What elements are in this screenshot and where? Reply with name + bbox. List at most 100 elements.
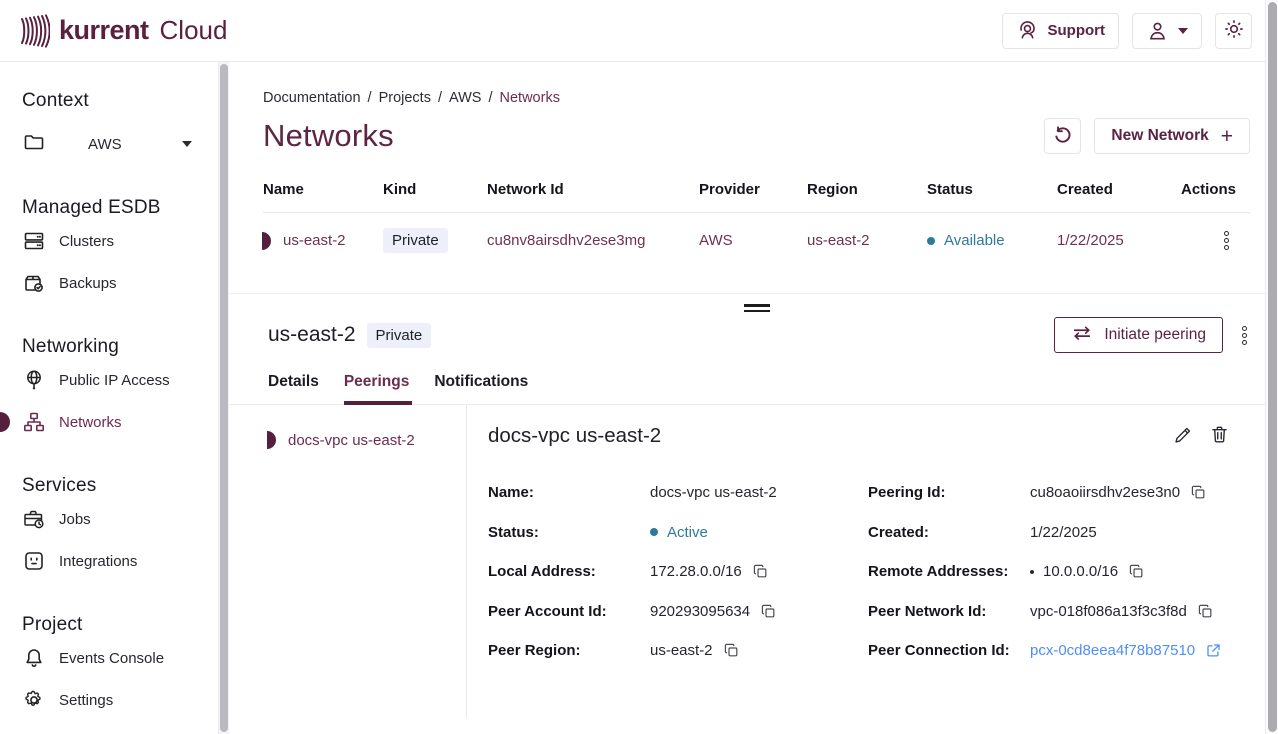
- user-menu-button[interactable]: [1132, 13, 1202, 49]
- page-scrollbar[interactable]: [1265, 0, 1278, 734]
- globe-icon: [22, 368, 46, 392]
- sidebar-item-clusters[interactable]: Clusters: [22, 221, 218, 261]
- peer-connection-link[interactable]: pcx-0cd8eea4f78b87510: [1030, 642, 1195, 659]
- sidebar-scrollbar-thumb[interactable]: [220, 64, 228, 732]
- page-scrollbar-thumb[interactable]: [1268, 2, 1277, 732]
- field-label-created: Created:: [868, 513, 1030, 553]
- breadcrumb-documentation[interactable]: Documentation: [263, 90, 361, 106]
- logo-brand-text: kurrent: [59, 15, 149, 46]
- networks-table-header: Name Kind Network Id Provider Region Sta…: [263, 181, 1250, 213]
- peering-detail: docs-vpc us-east-2: [467, 405, 1250, 718]
- field-value-remote-addresses: 10.0.0.0/16: [1043, 563, 1118, 580]
- field-value-peer-network-id: vpc-018f086a13f3c3f8d: [1030, 603, 1187, 620]
- backups-icon: [22, 271, 46, 295]
- tab-peerings[interactable]: Peerings: [344, 373, 409, 404]
- refresh-icon: [1052, 124, 1074, 149]
- kind-badge: Private: [383, 228, 448, 253]
- sidebar-scrollbar[interactable]: [218, 62, 229, 734]
- column-header-provider: Provider: [699, 181, 807, 198]
- field-value-peer-account-id: 920293095634: [650, 603, 750, 620]
- refresh-button[interactable]: [1044, 118, 1081, 154]
- detail-tabs: Details Peerings Notifications: [229, 373, 1278, 405]
- cell-provider: AWS: [699, 232, 807, 249]
- new-network-button[interactable]: New Network +: [1094, 118, 1250, 154]
- copy-icon[interactable]: [760, 603, 777, 620]
- jobs-icon: [22, 507, 46, 531]
- chevron-down-icon: [1178, 28, 1188, 34]
- sidebar-item-jobs[interactable]: Jobs: [22, 499, 218, 539]
- networks-table: Name Kind Network Id Provider Region Sta…: [263, 181, 1250, 268]
- page-title: Networks: [263, 118, 394, 154]
- sidebar-item-integrations[interactable]: Integrations: [22, 541, 218, 581]
- copy-icon[interactable]: [1197, 603, 1214, 620]
- sidebar-item-networks[interactable]: Networks: [22, 402, 218, 442]
- sidebar-heading-context: Context: [22, 90, 218, 112]
- status-dot: [650, 528, 658, 536]
- field-label-status: Status:: [488, 513, 650, 553]
- context-selector[interactable]: AWS: [22, 124, 218, 164]
- pencil-icon: [1173, 424, 1194, 448]
- breadcrumb-current: Networks: [500, 90, 560, 106]
- sidebar-item-label: Events Console: [59, 650, 164, 667]
- peering-list-item[interactable]: docs-vpc us-east-2: [263, 429, 466, 451]
- sidebar-item-events-console[interactable]: Events Console: [22, 638, 218, 678]
- copy-icon[interactable]: [723, 642, 740, 659]
- sidebar-item-public-ip-access[interactable]: Public IP Access: [22, 360, 218, 400]
- breadcrumb: Documentation/Projects/AWS/Networks: [263, 90, 1250, 106]
- column-header-status: Status: [927, 181, 1057, 198]
- copy-icon[interactable]: [1190, 484, 1207, 501]
- panel-drag-handle[interactable]: [744, 304, 770, 312]
- top-bar-actions: Support: [1002, 13, 1253, 49]
- copy-icon[interactable]: [752, 563, 769, 580]
- peering-item-label: docs-vpc us-east-2: [288, 432, 415, 449]
- waveform-logo-icon: [20, 14, 50, 48]
- support-label: Support: [1048, 22, 1106, 39]
- bell-icon: [22, 646, 46, 670]
- top-bar: kurrent Cloud Support: [0, 0, 1278, 62]
- detail-kebab-menu[interactable]: [1239, 323, 1250, 348]
- cell-name: us-east-2: [283, 232, 346, 249]
- breadcrumb-aws[interactable]: AWS: [449, 90, 482, 106]
- sidebar-heading-project: Project: [22, 614, 218, 636]
- sidebar-heading-services: Services: [22, 475, 218, 497]
- trash-icon: [1209, 424, 1230, 448]
- status-dot: [927, 237, 935, 245]
- field-label-local-address: Local Address:: [488, 552, 650, 592]
- column-header-name: Name: [263, 181, 383, 198]
- tab-details[interactable]: Details: [268, 373, 319, 404]
- network-detail-title: us-east-2: [268, 323, 356, 347]
- breadcrumb-projects[interactable]: Projects: [379, 90, 431, 106]
- main-content: Documentation/Projects/AWS/Networks Netw…: [229, 62, 1278, 734]
- field-label-remote-addresses: Remote Addresses:: [868, 552, 1030, 592]
- delete-button[interactable]: [1209, 424, 1230, 448]
- new-network-label: New Network: [1111, 127, 1208, 145]
- integrations-icon: [22, 549, 46, 573]
- field-label-peering-id: Peering Id:: [868, 473, 1030, 513]
- breadcrumb-separator: /: [368, 90, 372, 106]
- field-value-peer-region: us-east-2: [650, 642, 713, 659]
- field-label-peer-network-id: Peer Network Id:: [868, 592, 1030, 632]
- active-item-marker: [0, 412, 10, 432]
- initiate-peering-button[interactable]: Initiate peering: [1054, 317, 1223, 353]
- support-agent-icon: [1016, 19, 1039, 42]
- sidebar-item-backups[interactable]: Backups: [22, 263, 218, 303]
- sidebar-item-label: Backups: [59, 275, 117, 292]
- chevron-down-icon: [182, 141, 192, 147]
- sidebar-heading-managed-esdb: Managed ESDB: [22, 197, 218, 219]
- tab-notifications[interactable]: Notifications: [434, 373, 528, 404]
- table-row[interactable]: us-east-2 Private cu8nv8airsdhv2ese3mg A…: [263, 213, 1250, 268]
- theme-toggle-button[interactable]: [1215, 13, 1252, 49]
- network-detail-header: us-east-2 Private Initiate peering: [263, 317, 1250, 353]
- selected-row-marker: [262, 232, 271, 250]
- peering-arrows-icon: [1071, 324, 1093, 347]
- cell-region: us-east-2: [807, 232, 927, 249]
- edit-button[interactable]: [1173, 424, 1194, 448]
- sidebar-item-settings[interactable]: Settings: [22, 680, 218, 720]
- user-icon: [1146, 19, 1169, 42]
- list-bullet: [1030, 570, 1034, 574]
- external-link-icon[interactable]: [1205, 642, 1222, 659]
- panel-splitter-line: [229, 293, 1278, 294]
- row-actions-kebab-menu[interactable]: [1221, 228, 1232, 253]
- support-button[interactable]: Support: [1002, 13, 1120, 49]
- copy-icon[interactable]: [1128, 563, 1145, 580]
